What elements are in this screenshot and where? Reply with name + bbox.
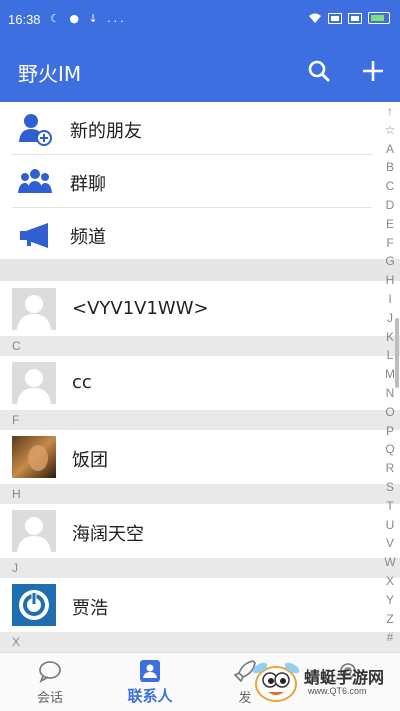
new-friends-entry[interactable]: 新的朋友: [12, 102, 372, 155]
section-header-c: C: [0, 336, 400, 356]
tab-label: 会话: [36, 691, 63, 706]
sim-icon: [328, 12, 342, 24]
section-letter: J: [12, 561, 18, 575]
contact-row-cc[interactable]: cc: [0, 356, 380, 410]
section-letter: C: [12, 339, 21, 353]
search-icon: [308, 60, 330, 82]
status-bar: 16:38 ☾ ● ↓ ...: [0, 0, 400, 40]
index-letter[interactable]: A: [386, 140, 394, 159]
index-letter[interactable]: G: [385, 252, 394, 271]
contact-list[interactable]: 新的朋友 群聊 频道 <VYV1V1WW> C cc F 饭团 H 海阔天空 J…: [0, 102, 400, 652]
contact-row-fantuan[interactable]: 饭团: [0, 430, 380, 484]
sim2-icon: [348, 12, 362, 24]
section-letter: X: [12, 635, 21, 649]
index-letter[interactable]: Z: [386, 610, 393, 629]
section-header-j: J: [0, 558, 400, 578]
index-letter[interactable]: F: [386, 234, 393, 253]
contact-name: 海阔天空: [72, 524, 144, 545]
index-letter[interactable]: M: [385, 365, 395, 384]
contact-row-vyv1v1ww[interactable]: <VYV1V1WW>: [0, 282, 380, 336]
tab-conversations[interactable]: 会话: [10, 653, 90, 711]
app-title: 野火IM: [18, 62, 82, 86]
index-letter[interactable]: V: [386, 534, 394, 553]
channel-megaphone-icon: [20, 223, 48, 248]
index-letter[interactable]: I: [388, 290, 391, 309]
index-letter[interactable]: N: [386, 384, 395, 403]
dragonfly-logo-icon: [252, 662, 300, 702]
index-letter[interactable]: C: [386, 177, 395, 196]
index-letter[interactable]: R: [386, 459, 395, 478]
index-letter[interactable]: Q: [385, 440, 394, 459]
index-letter[interactable]: E: [386, 215, 394, 234]
section-header-f: F: [0, 410, 400, 430]
power-button-avatar: [12, 584, 56, 626]
new-friends-label: 新的朋友: [70, 121, 142, 142]
search-button[interactable]: [302, 54, 336, 88]
index-letter[interactable]: #: [387, 628, 394, 647]
index-letter[interactable]: ☆: [385, 121, 396, 140]
watermark-text: 蜻蜓手游网: [304, 668, 385, 687]
contact-card-icon: [140, 660, 160, 682]
index-letter[interactable]: U: [386, 516, 395, 535]
channel-label: 频道: [70, 227, 106, 248]
index-letter[interactable]: X: [386, 572, 394, 591]
wifi-icon: [309, 13, 321, 23]
index-letter[interactable]: H: [386, 271, 395, 290]
status-right-icons: [308, 12, 390, 24]
channel-entry[interactable]: 频道: [12, 208, 372, 260]
contact-name: 贾浩: [72, 598, 108, 619]
section-header-x: X: [0, 632, 400, 652]
section-letter: F: [12, 413, 20, 427]
section-letter: H: [12, 487, 21, 501]
contact-name: <VYV1V1WW>: [72, 298, 209, 319]
default-avatar: [12, 362, 56, 404]
index-letter[interactable]: K: [386, 328, 394, 347]
index-letter[interactable]: O: [385, 403, 394, 422]
group-chat-entry[interactable]: 群聊: [12, 155, 372, 208]
watermark-url: www.QT6.com: [308, 686, 367, 696]
index-letter[interactable]: Y: [386, 591, 394, 610]
app-bar: 野火IM: [0, 40, 400, 102]
index-letter[interactable]: P: [386, 422, 394, 441]
group-chat-icon: [18, 169, 52, 193]
contact-name: 饭团: [72, 450, 108, 471]
add-button[interactable]: [356, 54, 390, 88]
tab-contacts[interactable]: 联系人: [110, 653, 190, 711]
photo-avatar: [12, 436, 56, 478]
index-letter[interactable]: L: [387, 346, 394, 365]
index-letter[interactable]: ↑: [387, 102, 393, 121]
plus-icon: [363, 61, 383, 81]
battery-icon: [368, 12, 390, 24]
status-time: 16:38: [8, 12, 41, 27]
index-letter[interactable]: T: [386, 497, 393, 516]
contact-row-haikuotiankong[interactable]: 海阔天空: [0, 504, 380, 558]
contact-row-jiahao[interactable]: 贾浩: [0, 578, 380, 632]
default-avatar: [12, 288, 56, 330]
chat-bubble-icon: [39, 661, 61, 683]
status-notification-icons: ☾ ● ↓ ...: [50, 12, 127, 25]
group-chat-label: 群聊: [70, 174, 106, 195]
index-letter[interactable]: B: [386, 158, 394, 177]
add-friend-icon: [19, 114, 52, 146]
default-avatar: [12, 510, 56, 552]
section-divider: [0, 259, 400, 281]
index-letter[interactable]: J: [387, 309, 393, 328]
index-letter[interactable]: S: [386, 478, 394, 497]
index-letter[interactable]: D: [386, 196, 395, 215]
contact-name: cc: [72, 372, 92, 393]
index-letter[interactable]: W: [384, 553, 395, 572]
watermark: 蜻蜓手游网 www.QT6.com: [246, 654, 400, 710]
tab-label: 联系人: [127, 687, 173, 705]
section-header-h: H: [0, 484, 400, 504]
scrollbar-thumb[interactable]: [395, 318, 399, 388]
